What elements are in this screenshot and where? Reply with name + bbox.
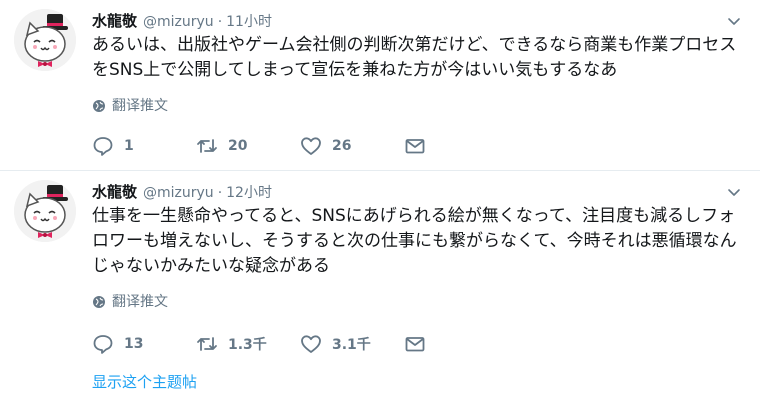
- tweet-actions: 1 20 26: [92, 135, 436, 157]
- reply-button[interactable]: 13: [92, 333, 196, 355]
- retweet-button[interactable]: 20: [196, 135, 300, 157]
- reply-icon: [93, 335, 113, 354]
- reply-count: 13: [124, 336, 144, 352]
- chevron-down-icon[interactable]: [726, 185, 742, 201]
- like-icon: [301, 335, 321, 353]
- show-thread-link[interactable]: 显示这个主题帖: [92, 371, 197, 393]
- display-name[interactable]: 水龍敬: [92, 12, 137, 30]
- avatar-cat-hat-icon: [14, 9, 76, 71]
- translate-label: 翻译推文: [112, 98, 168, 114]
- like-count: 26: [332, 138, 352, 154]
- tweet-1[interactable]: 水龍敬 @mizuryu · 11小时 あるいは、出版社やゲーム会社側の判断次第だけど…: [0, 0, 760, 171]
- globe-icon: [93, 100, 105, 112]
- user-handle[interactable]: @mizuryu: [143, 14, 214, 30]
- separator-dot: ·: [217, 185, 223, 201]
- tweet-header: 水龍敬 @mizuryu · 11小时: [92, 10, 272, 32]
- avatar[interactable]: [14, 9, 76, 71]
- reply-button[interactable]: 1: [92, 135, 196, 157]
- retweet-count: 20: [228, 138, 248, 154]
- retweet-count: 1.3千: [228, 337, 267, 353]
- translate-link[interactable]: 翻译推文: [92, 293, 168, 311]
- user-handle[interactable]: @mizuryu: [143, 185, 214, 201]
- tweet-actions: 13 1.3千 3.1千: [92, 333, 436, 355]
- tweet-time[interactable]: 12小时: [226, 185, 272, 201]
- tweet-header: 水龍敬 @mizuryu · 12小时: [92, 181, 272, 203]
- chevron-down-icon[interactable]: [726, 14, 742, 30]
- retweet-icon: [197, 337, 217, 351]
- display-name[interactable]: 水龍敬: [92, 183, 137, 201]
- separator-dot: ·: [217, 14, 223, 30]
- retweet-icon: [197, 139, 217, 153]
- like-count: 3.1千: [332, 337, 371, 353]
- message-button[interactable]: [404, 333, 436, 355]
- retweet-button[interactable]: 1.3千: [196, 333, 300, 355]
- tweet-time[interactable]: 11小时: [226, 14, 272, 30]
- translate-link[interactable]: 翻译推文: [92, 97, 168, 115]
- globe-icon: [93, 296, 105, 308]
- tweet-text: あるいは、出版社やゲーム会社側の判断次第だけど、できるなら商業も作業プロセスをS…: [92, 35, 737, 80]
- avatar-cat-hat-icon: [14, 180, 76, 242]
- message-button[interactable]: [404, 135, 436, 157]
- tweet-text: 仕事を一生懸命やってると、SNSにあげられる絵が無くなって、注目度も減るしフォロ…: [92, 206, 737, 276]
- translate-label: 翻译推文: [112, 294, 168, 310]
- tweet-2[interactable]: 水龍敬 @mizuryu · 12小时 仕事を一生懸命やってると、SNSにあげられる絵…: [0, 171, 760, 400]
- reply-count: 1: [124, 138, 134, 154]
- like-icon: [301, 137, 321, 155]
- message-icon: [405, 139, 425, 154]
- like-button[interactable]: 26: [300, 135, 404, 157]
- avatar[interactable]: [14, 180, 76, 242]
- like-button[interactable]: 3.1千: [300, 333, 404, 355]
- message-icon: [405, 337, 425, 352]
- reply-icon: [93, 137, 113, 156]
